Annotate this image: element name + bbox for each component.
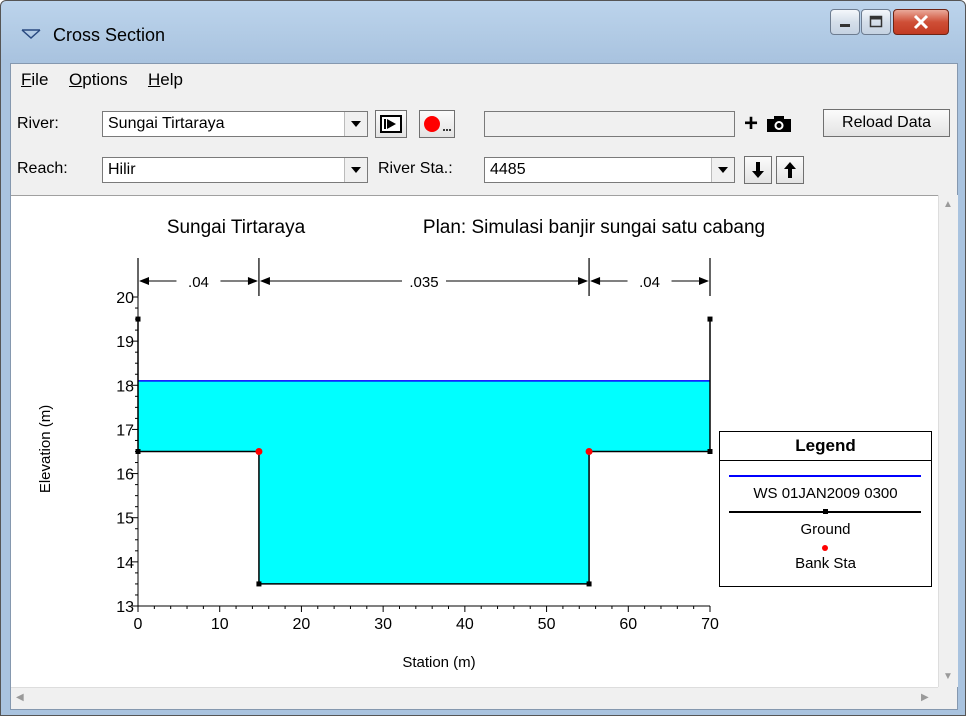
plot-panel: Sungai Tirtaraya Plan: Simulasi banjir s… bbox=[11, 195, 938, 688]
x-tick-label: 50 bbox=[538, 616, 556, 633]
menu-options-accel: O bbox=[69, 70, 83, 89]
scroll-right-icon[interactable]: ▶ bbox=[921, 692, 929, 703]
manning-arrow-head bbox=[259, 277, 270, 285]
legend: Legend WS 01JAN2009 0300 Ground Bank Sta bbox=[719, 431, 932, 587]
x-tick-label: 40 bbox=[456, 616, 474, 633]
play-animation-button[interactable] bbox=[375, 110, 407, 138]
menu-bar: File Options Help bbox=[11, 64, 957, 94]
river-select[interactable]: Sungai Tirtaraya bbox=[102, 111, 368, 137]
y-tick-label: 15 bbox=[116, 511, 134, 528]
manning-arrow-head bbox=[139, 277, 149, 285]
legend-divider bbox=[720, 460, 931, 461]
river-label: River: bbox=[17, 115, 59, 132]
menu-help-accel: H bbox=[148, 70, 161, 89]
window-title: Cross Section bbox=[53, 25, 166, 45]
ground-point bbox=[707, 449, 713, 454]
cross-section-window: Cross Section File Options Help River: S… bbox=[0, 0, 966, 716]
river-station-label: River Sta.: bbox=[378, 160, 453, 177]
play-animation-icon bbox=[380, 115, 402, 133]
manning-arrow-head bbox=[578, 277, 589, 285]
ground-point bbox=[256, 581, 262, 587]
y-tick-label: 14 bbox=[116, 555, 134, 572]
menu-help-label: elp bbox=[160, 70, 183, 89]
y-axis-label: Elevation (m) bbox=[37, 405, 54, 493]
status-field bbox=[484, 111, 735, 137]
water-area bbox=[138, 380, 710, 584]
y-tick-label: 18 bbox=[116, 378, 134, 395]
river-station-select-value: 4485 bbox=[490, 161, 526, 178]
reload-data-button[interactable]: Reload Data bbox=[823, 109, 950, 137]
reach-label: Reach: bbox=[17, 160, 68, 177]
vertical-scrollbar[interactable]: ▲ ▼ bbox=[938, 195, 958, 687]
title-bar[interactable]: Cross Section bbox=[1, 1, 965, 63]
close-icon bbox=[913, 14, 929, 30]
add-plot-icon[interactable]: + bbox=[744, 110, 758, 138]
down-arrow-icon bbox=[752, 162, 764, 178]
minimize-button[interactable] bbox=[830, 9, 860, 35]
x-tick-label: 70 bbox=[701, 616, 719, 633]
menu-help[interactable]: Help bbox=[148, 70, 183, 90]
bank-station-point bbox=[585, 448, 593, 455]
x-tick-label: 20 bbox=[293, 616, 311, 633]
legend-bank-marker bbox=[822, 545, 828, 551]
chart-title-river: Sungai Tirtaraya bbox=[167, 217, 306, 238]
y-tick-label: 20 bbox=[116, 290, 134, 307]
menu-file-label: ile bbox=[31, 70, 49, 89]
x-tick-label: 60 bbox=[619, 616, 637, 633]
client-area: File Options Help River: Sungai Tirtaray… bbox=[10, 63, 958, 710]
menu-options-label: ptions bbox=[82, 70, 128, 89]
chevron-down-icon[interactable] bbox=[711, 158, 734, 182]
legend-title: Legend bbox=[795, 436, 856, 455]
next-station-up-button[interactable] bbox=[776, 156, 804, 184]
minimize-icon bbox=[840, 24, 850, 27]
scroll-up-icon[interactable]: ▲ bbox=[943, 199, 953, 210]
legend-ground-label: Ground bbox=[800, 521, 851, 538]
manning-arrow-head bbox=[699, 277, 709, 285]
x-tick-label: 10 bbox=[211, 616, 229, 633]
chevron-down-icon[interactable] bbox=[344, 158, 367, 182]
reach-select[interactable]: Hilir bbox=[102, 157, 368, 183]
horizontal-scrollbar[interactable]: ◀ ▶ bbox=[11, 687, 938, 708]
legend-bank-label: Bank Sta bbox=[795, 555, 856, 572]
manning-arrow-head bbox=[247, 277, 258, 285]
x-axis-label: Station (m) bbox=[402, 654, 475, 671]
scroll-down-icon[interactable]: ▼ bbox=[943, 671, 953, 682]
ground-point bbox=[707, 316, 713, 322]
ground-point bbox=[586, 581, 592, 587]
cross-section-app-icon bbox=[21, 29, 41, 40]
next-station-down-button[interactable] bbox=[744, 156, 772, 184]
x-tick-label: 0 bbox=[134, 616, 143, 633]
manning-n-label: .04 bbox=[188, 274, 209, 291]
plot-layer: 13 14 15 16 17 18 19 20 0 10 20 30 40 50 60 70 .04 .035 .0… bbox=[116, 258, 719, 633]
legend-ground-marker bbox=[823, 509, 828, 514]
legend-ws-swatch bbox=[729, 475, 921, 477]
y-tick-label: 17 bbox=[116, 422, 134, 439]
river-station-select[interactable]: 4485 bbox=[484, 157, 735, 183]
chevron-down-icon[interactable] bbox=[344, 112, 367, 136]
menu-options[interactable]: Options bbox=[69, 70, 128, 90]
river-select-value: Sungai Tirtaraya bbox=[108, 115, 225, 132]
legend-ws-label: WS 01JAN2009 0300 bbox=[753, 485, 898, 502]
camera-icon[interactable] bbox=[766, 115, 792, 133]
y-tick-label: 19 bbox=[116, 334, 134, 351]
scroll-left-icon[interactable]: ◀ bbox=[16, 692, 24, 703]
x-tick-label: 30 bbox=[374, 616, 392, 633]
record-icon bbox=[424, 116, 451, 132]
menu-file[interactable]: File bbox=[21, 70, 48, 90]
bank-station-point bbox=[255, 448, 263, 455]
manning-arrow-head bbox=[590, 277, 601, 285]
chart-title-plan: Plan: Simulasi banjir sungai satu cabang bbox=[423, 217, 765, 238]
up-arrow-icon bbox=[784, 162, 796, 178]
maximize-button[interactable] bbox=[861, 9, 891, 35]
y-tick-label: 13 bbox=[116, 599, 134, 616]
menu-file-accel: F bbox=[21, 70, 32, 89]
close-button[interactable] bbox=[893, 9, 949, 35]
record-button[interactable] bbox=[419, 110, 455, 138]
y-tick-label: 16 bbox=[116, 467, 134, 484]
manning-n-label: .04 bbox=[639, 274, 660, 291]
maximize-icon bbox=[869, 15, 883, 28]
reach-select-value: Hilir bbox=[108, 161, 136, 178]
manning-n-label: .035 bbox=[409, 274, 438, 291]
